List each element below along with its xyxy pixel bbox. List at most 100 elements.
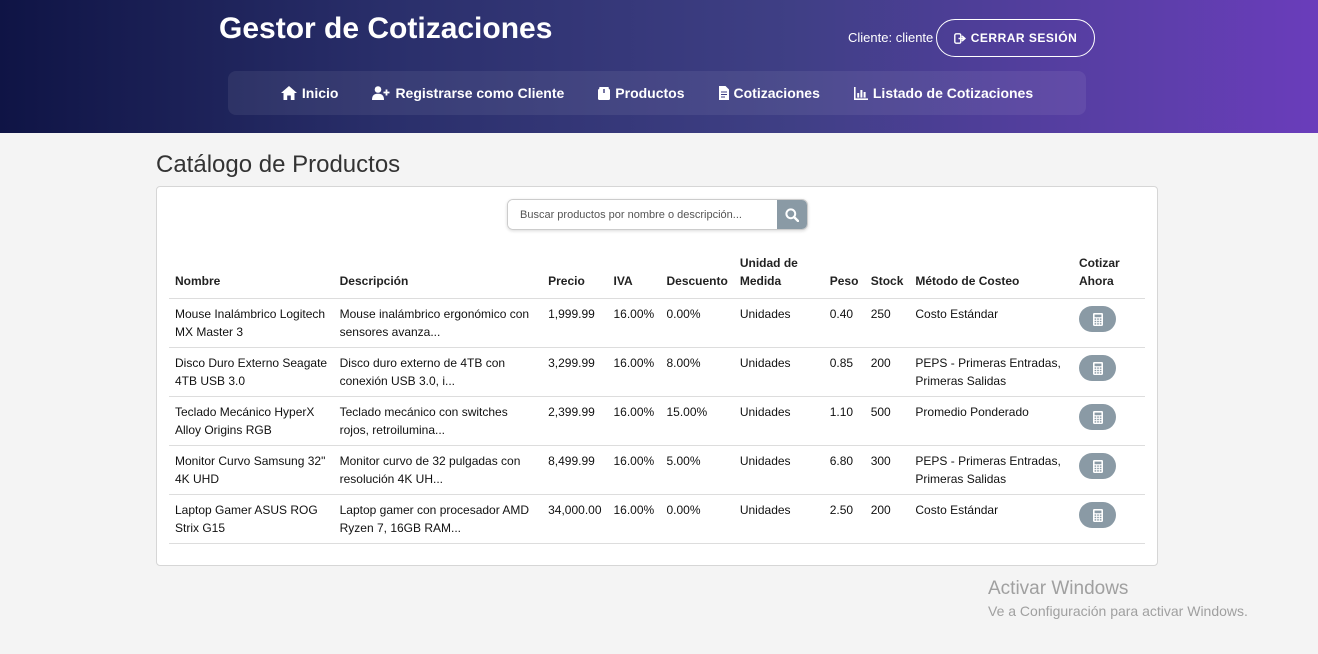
products-table: Nombre Descripción Precio IVA Descuento … xyxy=(169,252,1145,544)
column-header: Peso xyxy=(823,252,865,299)
cell-iva: 16.00% xyxy=(607,494,661,544)
cell-peso: 0.40 xyxy=(823,298,865,348)
home-icon xyxy=(280,86,297,100)
cell-stock: 250 xyxy=(864,298,910,348)
cell-descuento: 5.00% xyxy=(660,445,734,495)
cell-peso: 1.10 xyxy=(823,396,865,446)
cell-unidad: Unidades xyxy=(733,347,824,397)
column-header: Nombre xyxy=(169,252,334,299)
table-row: Disco Duro Externo Seagate 4TB USB 3.0 Di… xyxy=(169,347,1145,397)
cell-precio: 3,299.99 xyxy=(542,347,608,397)
sign-out-icon xyxy=(953,32,966,44)
cell-cotizar xyxy=(1073,347,1145,397)
cell-metodo: Costo Estándar xyxy=(909,494,1073,544)
logout-button[interactable]: CERRAR SESIÓN xyxy=(936,19,1095,57)
calculator-icon xyxy=(1092,361,1103,375)
cell-unidad: Unidades xyxy=(733,298,824,348)
cell-iva: 16.00% xyxy=(607,298,661,348)
search-button[interactable] xyxy=(777,200,807,229)
column-header: Unidad de Medida xyxy=(733,252,824,299)
calculator-icon xyxy=(1092,508,1103,522)
cell-peso: 0.85 xyxy=(823,347,865,397)
nav-item-listado[interactable]: Listado de Cotizaciones xyxy=(853,85,1033,101)
quote-now-button[interactable] xyxy=(1079,453,1116,479)
search-bar xyxy=(507,199,808,230)
cell-precio: 8,499.99 xyxy=(542,445,608,495)
cell-nombre: Laptop Gamer ASUS ROG Strix G15 xyxy=(169,494,334,544)
main-nav: Inicio Registrarse como Cliente Producto… xyxy=(228,71,1086,115)
box-icon xyxy=(598,86,611,100)
column-header: IVA xyxy=(607,252,661,299)
nav-item-inicio[interactable]: Inicio xyxy=(280,85,339,101)
cell-descuento: 0.00% xyxy=(660,298,734,348)
cell-precio: 2,399.99 xyxy=(542,396,608,446)
cell-stock: 500 xyxy=(864,396,910,446)
user-plus-icon xyxy=(372,86,390,100)
cell-descripcion: Laptop gamer con procesador AMD Ryzen 7,… xyxy=(333,494,543,544)
search-icon xyxy=(785,207,799,222)
column-header: Descuento xyxy=(660,252,734,299)
app-title: Gestor de Cotizaciones xyxy=(219,12,553,45)
nav-item-productos[interactable]: Productos xyxy=(598,85,685,101)
cell-iva: 16.00% xyxy=(607,396,661,446)
cell-unidad: Unidades xyxy=(733,445,824,495)
nav-label: Cotizaciones xyxy=(733,85,820,101)
nav-label: Inicio xyxy=(301,85,339,101)
quote-now-button[interactable] xyxy=(1079,355,1116,381)
nav-item-cotizaciones[interactable]: Cotizaciones xyxy=(718,85,820,101)
column-header: Cotizar Ahora xyxy=(1073,252,1145,299)
cell-nombre: Teclado Mecánico HyperX Alloy Origins RG… xyxy=(169,396,334,446)
cell-cotizar xyxy=(1073,445,1145,495)
products-card: Nombre Descripción Precio IVA Descuento … xyxy=(156,186,1158,566)
quote-now-button[interactable] xyxy=(1079,404,1116,430)
cell-nombre: Monitor Curvo Samsung 32" 4K UHD xyxy=(169,445,334,495)
calculator-icon xyxy=(1092,410,1103,424)
file-invoice-icon xyxy=(718,86,729,100)
calculator-icon xyxy=(1092,459,1103,473)
column-header: Stock xyxy=(864,252,910,299)
cell-nombre: Mouse Inalámbrico Logitech MX Master 3 xyxy=(169,298,334,348)
logout-label: CERRAR SESIÓN xyxy=(970,31,1078,45)
cell-cotizar xyxy=(1073,494,1145,544)
quote-now-button[interactable] xyxy=(1079,502,1116,528)
cell-metodo: PEPS - Primeras Entradas, Primeras Salid… xyxy=(909,445,1073,495)
search-input[interactable] xyxy=(508,200,777,229)
cell-precio: 1,999.99 xyxy=(542,298,608,348)
cell-stock: 200 xyxy=(864,347,910,397)
table-row: Mouse Inalámbrico Logitech MX Master 3 Mo… xyxy=(169,298,1145,348)
table-header-row: Nombre Descripción Precio IVA Descuento … xyxy=(169,252,1145,299)
cell-metodo: Costo Estándar xyxy=(909,298,1073,348)
cell-stock: 200 xyxy=(864,494,910,544)
cell-iva: 16.00% xyxy=(607,347,661,397)
cell-cotizar xyxy=(1073,396,1145,446)
client-label: Cliente: cliente xyxy=(848,30,934,45)
cell-iva: 16.00% xyxy=(607,445,661,495)
table-row: Teclado Mecánico HyperX Alloy Origins RG… xyxy=(169,396,1145,446)
column-header: Descripción xyxy=(333,252,543,299)
page-title: Catálogo de Productos xyxy=(156,151,401,178)
cell-descripcion: Teclado mecánico con switches rojos, ret… xyxy=(333,396,543,446)
cell-cotizar xyxy=(1073,298,1145,348)
quote-now-button[interactable] xyxy=(1079,306,1116,332)
column-header: Método de Costeo xyxy=(909,252,1073,299)
activation-watermark-subtitle: Ve a Configuración para activar Windows. xyxy=(988,603,1248,619)
table-row: Monitor Curvo Samsung 32" 4K UHD Monitor … xyxy=(169,445,1145,495)
cell-peso: 2.50 xyxy=(823,494,865,544)
cell-descuento: 8.00% xyxy=(660,347,734,397)
cell-metodo: PEPS - Primeras Entradas, Primeras Salid… xyxy=(909,347,1073,397)
cell-metodo: Promedio Ponderado xyxy=(909,396,1073,446)
nav-label: Productos xyxy=(615,85,685,101)
header: Gestor de Cotizaciones Cliente: cliente … xyxy=(0,0,1318,133)
chart-icon xyxy=(853,86,868,100)
cell-descripcion: Mouse inalámbrico ergonómico con sensore… xyxy=(333,298,543,348)
nav-item-registrarse[interactable]: Registrarse como Cliente xyxy=(372,85,564,101)
cell-peso: 6.80 xyxy=(823,445,865,495)
table-row: Laptop Gamer ASUS ROG Strix G15 Laptop ga… xyxy=(169,494,1145,544)
cell-nombre: Disco Duro Externo Seagate 4TB USB 3.0 xyxy=(169,347,334,397)
calculator-icon xyxy=(1092,312,1103,326)
cell-precio: 34,000.00 xyxy=(542,494,608,544)
cell-unidad: Unidades xyxy=(733,396,824,446)
cell-descripcion: Monitor curvo de 32 pulgadas con resoluc… xyxy=(333,445,543,495)
cell-descripcion: Disco duro externo de 4TB con conexión U… xyxy=(333,347,543,397)
activation-watermark-title: Activar Windows xyxy=(988,578,1129,599)
